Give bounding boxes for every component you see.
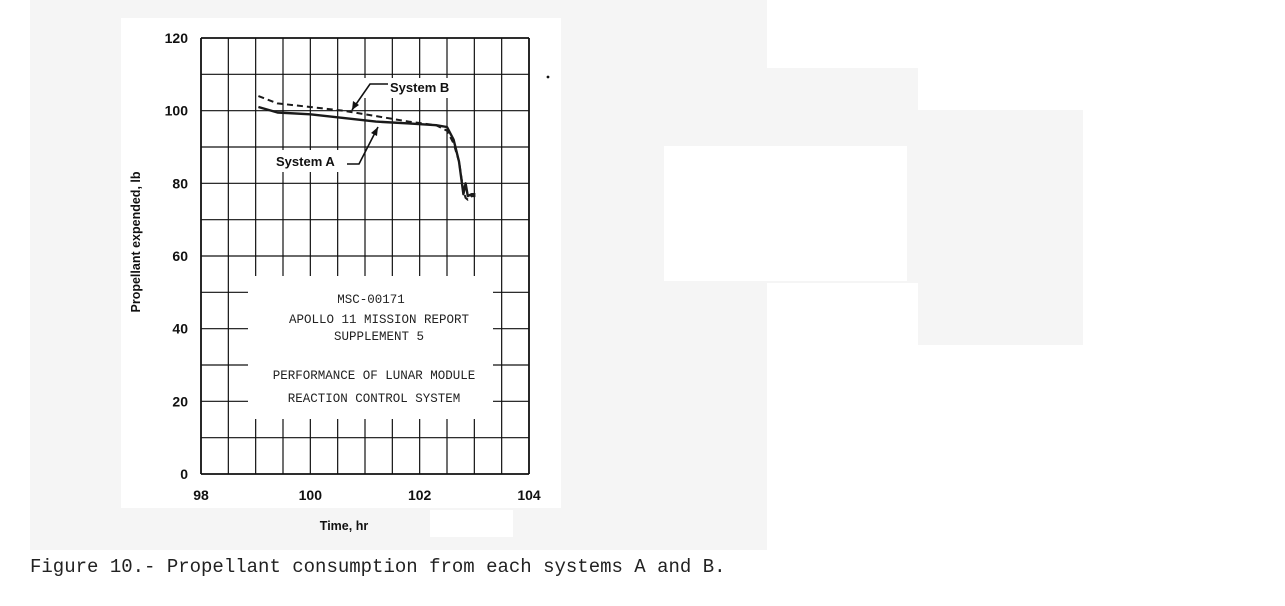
y-tick-label: 100 (165, 103, 189, 119)
stamp-doc-number: MSC-00171 (337, 293, 405, 307)
annotation-system-b: System B (351, 78, 459, 111)
stamp-subject-line-2: REACTION CONTROL SYSTEM (288, 392, 461, 406)
annotation-system-a-label: System A (276, 154, 335, 169)
annotation-system-b-label: System B (390, 80, 449, 95)
x-tick-labels: 98 100 102 104 (193, 487, 541, 503)
y-tick-label: 20 (172, 393, 188, 409)
x-tick-label: 104 (517, 487, 541, 503)
y-tick-label: 80 (172, 175, 188, 191)
y-axis-label: Propellant expended, lb (129, 171, 143, 312)
speck (546, 75, 550, 79)
document-stamp: MSC-00171 APOLLO 11 MISSION REPORT SUPPL… (248, 276, 493, 419)
y-tick-label: 120 (165, 30, 189, 46)
y-tick-label: 40 (172, 321, 188, 337)
stamp-supplement: SUPPLEMENT 5 (334, 330, 424, 344)
y-tick-labels: 0 20 40 60 80 100 120 (165, 30, 189, 482)
y-tick-label: 0 (180, 466, 188, 482)
y-tick-label: 60 (172, 248, 188, 264)
chart: 0 20 40 60 80 100 120 98 100 102 104 System B Sys… (129, 30, 550, 533)
x-tick-label: 100 (299, 487, 323, 503)
stamp-subject-line-1: PERFORMANCE OF LUNAR MODULE (273, 369, 476, 383)
x-tick-label: 102 (408, 487, 432, 503)
x-tick-label: 98 (193, 487, 209, 503)
arrow-icon (371, 127, 378, 136)
x-axis-label: Time, hr (320, 519, 369, 533)
figure-caption: Figure 10.- Propellant consumption from … (30, 556, 726, 578)
stamp-report-title: APOLLO 11 MISSION REPORT (289, 313, 470, 327)
annotation-system-a: System A (272, 126, 379, 172)
